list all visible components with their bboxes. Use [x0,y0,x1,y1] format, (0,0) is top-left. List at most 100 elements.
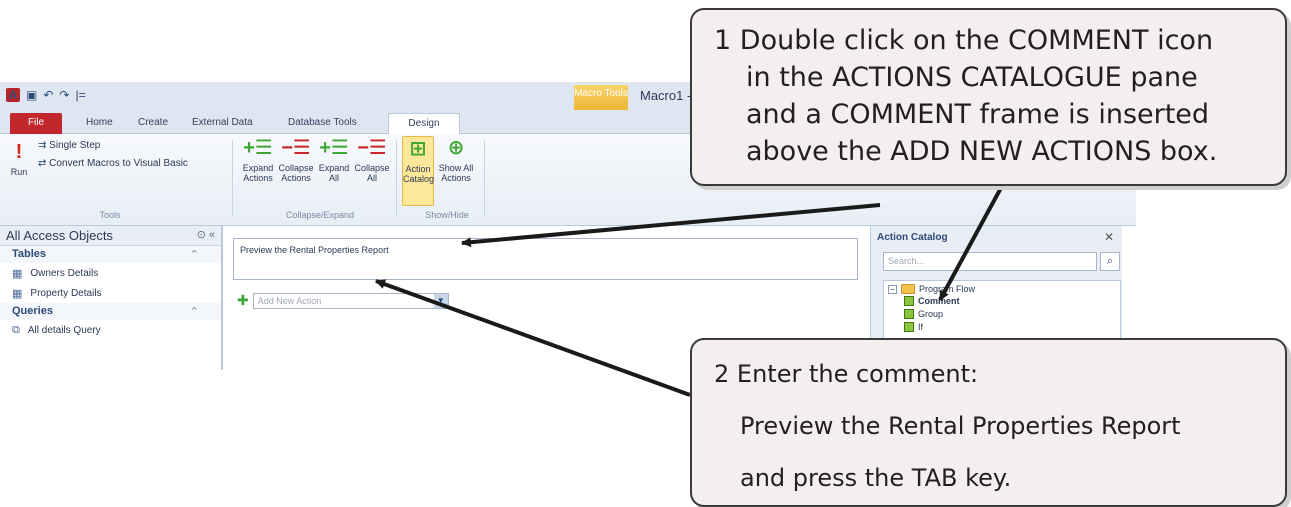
callout-2-line-1: 2 Enter the comment: [714,348,1271,400]
convert-label: Convert Macros to Visual Basic [49,158,188,169]
nav-item-label: Property Details [30,287,102,299]
tools-group-label: Tools [99,210,121,220]
navigation-pane: All Access Objects ⊙ « Tables ⌃ ▦ Owners… [0,226,222,370]
callout-1-line-4: above the ADD NEW ACTIONS box. [746,136,1218,167]
if-action-icon [904,321,914,332]
show-all-actions-label-1: Show All [438,163,474,173]
callout-2-text: Enter the comment: [736,360,979,388]
comment-action-icon [904,295,914,306]
collapse-actions-label-2: Actions [281,173,311,183]
single-step-icon: ⇉ [38,140,50,151]
access-logo-icon: A [6,88,20,102]
ribbon-divider [484,140,485,216]
expand-actions-button[interactable]: +☰ Expand Actions [240,136,276,183]
single-step-button[interactable]: ⇉ Single Step [38,140,100,151]
collapse-all-button[interactable]: −☰ Collapse All [354,136,390,183]
ribbon-divider [232,140,233,216]
nav-item-property-details[interactable]: ▦ Property Details [0,283,221,303]
callout-1-line-1: 1 Double click on the COMMENT icon [714,22,1271,59]
customize-qat-icon[interactable]: |= [75,88,85,102]
folder-icon [901,284,915,294]
collapse-actions-icon: −☰ [281,137,311,159]
expand-actions-label-2: Actions [243,173,273,183]
add-new-action-row: ✚ Add New Action ▼ [237,292,449,309]
run-icon: ! [15,141,23,163]
expand-actions-label-1: Expand [242,163,274,173]
comment-frame[interactable]: Preview the Rental Properties Report [233,238,858,280]
callout-step-1: 1 Double click on the COMMENT icon in th… [690,8,1287,186]
callout-2-number: 2 [714,360,730,388]
add-new-action-combobox[interactable]: Add New Action ▼ [252,292,449,309]
tree-folder-program-flow[interactable]: − Program Flow [884,281,1120,294]
callout-2-line-2: Preview the Rental Properties Report [740,412,1181,440]
show-hide-group-label: Show/Hide [425,210,469,220]
ribbon-divider [396,140,397,216]
nav-item-all-details-query[interactable]: ⧉ All details Query [0,320,221,340]
redo-icon[interactable]: ↷ [59,88,69,102]
nav-pane-collapse-icon[interactable]: ⊙ « [197,228,215,241]
action-catalog-header: Action Catalog ✕ [871,226,1122,249]
save-icon[interactable]: ▣ [26,88,37,102]
show-all-actions-icon: ⊕ [447,137,465,159]
tree-folder-label: Program Flow [919,284,976,294]
convert-icon: ⇄ [38,158,50,169]
chevron-down-icon[interactable]: ▼ [433,293,448,308]
nav-item-owners-details[interactable]: ▦ Owners Details [0,263,221,283]
catalog-search-placeholder: Search... [888,256,925,266]
tree-item-label: Group [918,308,944,319]
run-button[interactable]: ! Run [6,140,32,177]
collapse-actions-button[interactable]: −☰ Collapse Actions [278,136,314,183]
nav-pane-header[interactable]: All Access Objects ⊙ « [0,226,221,246]
chevron-up-icon: ⌃ [189,249,199,261]
group-action-icon [904,308,914,319]
undo-icon[interactable]: ↶ [43,88,53,102]
callout-1-number: 1 [714,25,732,56]
tab-create[interactable]: Create [132,113,174,134]
nav-item-label: Owners Details [30,267,99,279]
tab-database-tools[interactable]: Database Tools [282,113,363,134]
expand-all-button[interactable]: +☰ Expand All [318,136,350,183]
chevron-up-icon: ⌃ [189,306,199,318]
tab-home[interactable]: Home [80,113,119,134]
table-icon: ▦ [12,267,23,280]
search-icon[interactable]: ⌕ [1100,252,1120,271]
tab-design[interactable]: Design [388,113,460,134]
close-icon[interactable]: ✕ [1104,230,1114,244]
collapse-tree-icon[interactable]: − [888,284,897,294]
nav-pane-title: All Access Objects [6,228,113,243]
tab-file[interactable]: File [10,113,62,134]
add-new-action-placeholder: Add New Action [257,295,322,306]
action-catalog-icon: ⊞ [409,138,427,160]
nav-section-label: Tables [12,248,47,260]
callout-1-line-2: in the ACTIONS CATALOGUE pane [746,62,1198,93]
tab-external-data[interactable]: External Data [186,113,259,134]
callout-1-text: Double click on the COMMENT icon [739,25,1214,56]
nav-section-label: Queries [12,305,53,317]
convert-macros-button[interactable]: ⇄ Convert Macros to Visual Basic [38,158,188,169]
nav-section-tables[interactable]: Tables ⌃ [0,246,221,263]
nav-section-queries[interactable]: Queries ⌃ [0,303,221,320]
show-all-actions-label-2: Actions [441,173,471,183]
expand-all-label-2: All [328,173,339,183]
plus-icon: ✚ [237,292,249,308]
run-label: Run [10,167,28,177]
action-catalog-title: Action Catalog [877,232,948,243]
collapse-all-label-2: All [366,173,377,183]
tree-item-group[interactable]: Group [884,307,1120,320]
tree-item-label: If [918,321,924,332]
comment-text: Preview the Rental Properties Report [240,245,389,255]
expand-all-icon: +☰ [319,137,349,159]
collapse-actions-label-1: Collapse [278,163,314,173]
expand-all-label-1: Expand [318,163,350,173]
tree-item-comment[interactable]: Comment [884,294,1120,307]
query-icon: ⧉ [12,323,20,336]
quick-access-toolbar: A ▣ ↶ ↷ |= [6,88,86,102]
action-catalog-button[interactable]: ⊞ Action Catalog [402,136,434,206]
action-catalog-label-2: Catalog [403,174,435,184]
catalog-search-input[interactable]: Search... ⌕ [883,252,1120,271]
collapse-all-icon: −☰ [357,137,387,159]
tree-item-if[interactable]: If [884,320,1120,333]
single-step-label: Single Step [49,140,101,151]
table-icon: ▦ [12,287,23,300]
show-all-actions-button[interactable]: ⊕ Show All Actions [438,136,474,183]
